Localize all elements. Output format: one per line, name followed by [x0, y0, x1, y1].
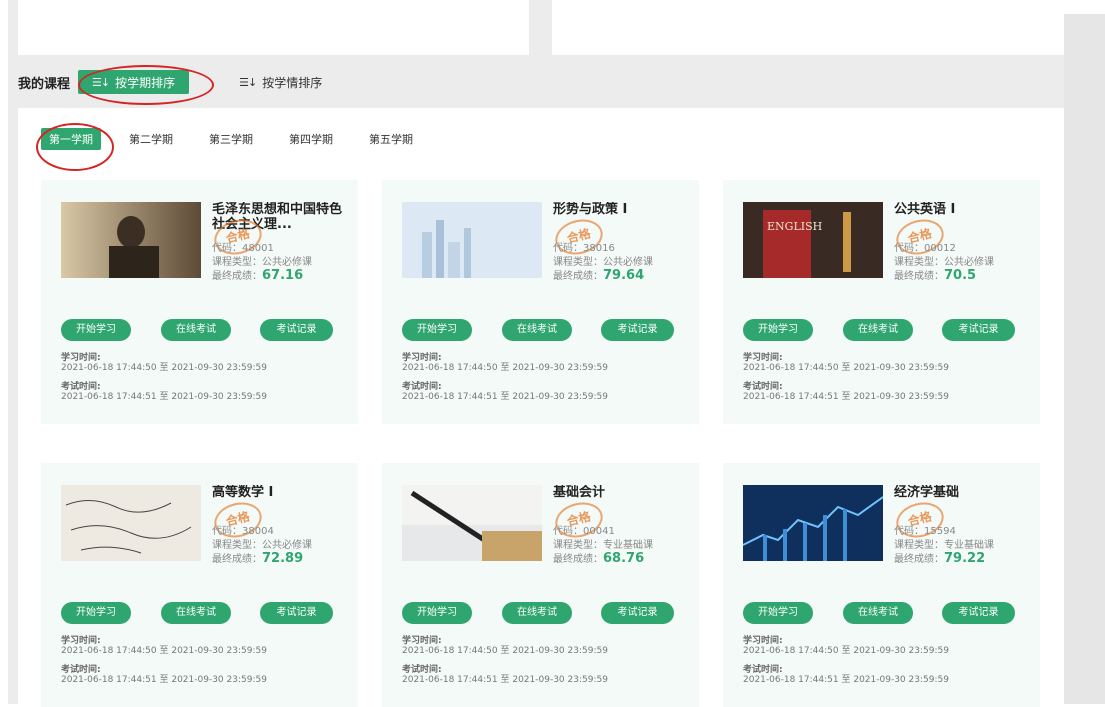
highlight-annotation	[36, 123, 114, 171]
course-type: 课程类型：公共必修课	[553, 257, 653, 268]
course-type: 课程类型：专业基础课	[894, 540, 994, 551]
study-time: 学习时间: 2021-06-18 17:44:50 至 2021-09-30 23…	[61, 353, 267, 373]
study-time: 学习时间: 2021-06-18 17:44:50 至 2021-09-30 23…	[743, 353, 949, 373]
course-score: 最终成绩：72.89	[212, 551, 304, 566]
top-panel-right	[552, 0, 1064, 55]
course-card: 毛泽东思想和中国特色社会主义理... 合格 代码：48001 课程类型：公共必修…	[41, 180, 358, 424]
course-code: 代码：15594	[894, 526, 956, 537]
exam-time: 考试时间: 2021-06-18 17:44:51 至 2021-09-30 23…	[61, 382, 267, 402]
course-type: 课程类型：公共必修课	[212, 540, 312, 551]
thumb-text: ENGLISH	[767, 220, 822, 233]
highlight-annotation	[78, 65, 214, 105]
course-thumbnail	[61, 202, 201, 278]
course-type: 课程类型：专业基础课	[553, 540, 653, 551]
course-code: 代码：00012	[894, 243, 956, 254]
card-actions: 开始学习 在线考试 考试记录	[743, 319, 1015, 341]
online-exam-button[interactable]: 在线考试	[161, 602, 231, 624]
course-score: 最终成绩：70.5	[894, 268, 977, 283]
course-code: 代码：38004	[212, 526, 274, 537]
exam-time: 考试时间: 2021-06-18 17:44:51 至 2021-09-30 23…	[743, 665, 949, 685]
card-actions: 开始学习 在线考试 考试记录	[743, 602, 1015, 624]
course-card: 经济学基础 合格 代码：15594 课程类型：专业基础课 最终成绩：79.22 …	[723, 463, 1040, 707]
online-exam-button[interactable]: 在线考试	[843, 602, 913, 624]
tab-semester-5[interactable]: 第五学期	[361, 128, 421, 150]
card-actions: 开始学习 在线考试 考试记录	[61, 319, 333, 341]
course-thumbnail	[402, 485, 542, 561]
card-actions: 开始学习 在线考试 考试记录	[402, 602, 674, 624]
tab-semester-4[interactable]: 第四学期	[281, 128, 341, 150]
right-gutter	[1064, 14, 1105, 704]
exam-record-button[interactable]: 考试记录	[601, 602, 674, 624]
start-study-button[interactable]: 开始学习	[402, 319, 472, 341]
online-exam-button[interactable]: 在线考试	[502, 602, 572, 624]
course-thumbnail: ENGLISH	[743, 202, 883, 278]
exam-record-button[interactable]: 考试记录	[601, 319, 674, 341]
start-study-button[interactable]: 开始学习	[743, 319, 813, 341]
course-card: 形势与政策 I 合格 代码：38016 课程类型：公共必修课 最终成绩：79.6…	[382, 180, 699, 424]
course-type: 课程类型：公共必修课	[894, 257, 994, 268]
top-panel-left	[18, 0, 529, 55]
course-title: 形势与政策 I	[553, 202, 628, 217]
course-code: 代码：38016	[553, 243, 615, 254]
course-thumbnail	[61, 485, 201, 561]
tab-semester-2[interactable]: 第二学期	[121, 128, 181, 150]
course-card: 基础会计 合格 代码：00041 课程类型：专业基础课 最终成绩：68.76 开…	[382, 463, 699, 707]
course-title: 高等数学 I	[212, 485, 274, 500]
sort-by-status-label: 按学情排序	[262, 75, 323, 90]
course-score: 最终成绩：68.76	[553, 551, 645, 566]
exam-record-button[interactable]: 考试记录	[260, 319, 333, 341]
start-study-button[interactable]: 开始学习	[402, 602, 472, 624]
course-type: 课程类型：公共必修课	[212, 257, 312, 268]
online-exam-button[interactable]: 在线考试	[843, 319, 913, 341]
exam-record-button[interactable]: 考试记录	[942, 319, 1015, 341]
course-title: 基础会计	[553, 485, 606, 500]
course-score: 最终成绩：79.64	[553, 268, 645, 283]
start-study-button[interactable]: 开始学习	[743, 602, 813, 624]
start-study-button[interactable]: 开始学习	[61, 319, 131, 341]
sort-icon: ☰↓	[239, 75, 257, 89]
tab-semester-3[interactable]: 第三学期	[201, 128, 261, 150]
study-time: 学习时间: 2021-06-18 17:44:50 至 2021-09-30 23…	[61, 636, 267, 656]
exam-record-button[interactable]: 考试记录	[942, 602, 1015, 624]
course-score: 最终成绩：67.16	[212, 268, 304, 283]
course-thumbnail	[743, 485, 883, 561]
exam-time: 考试时间: 2021-06-18 17:44:51 至 2021-09-30 23…	[402, 665, 608, 685]
course-code: 代码：00041	[553, 526, 615, 537]
course-title: 公共英语 I	[894, 202, 956, 217]
course-card: 高等数学 I 合格 代码：38004 课程类型：公共必修课 最终成绩：72.89…	[41, 463, 358, 707]
card-actions: 开始学习 在线考试 考试记录	[402, 319, 674, 341]
course-thumbnail	[402, 202, 542, 278]
start-study-button[interactable]: 开始学习	[61, 602, 131, 624]
online-exam-button[interactable]: 在线考试	[161, 319, 231, 341]
my-courses-title: 我的课程	[18, 76, 71, 92]
exam-time: 考试时间: 2021-06-18 17:44:51 至 2021-09-30 23…	[402, 382, 608, 402]
study-time: 学习时间: 2021-06-18 17:44:50 至 2021-09-30 23…	[402, 353, 608, 373]
study-time: 学习时间: 2021-06-18 17:44:50 至 2021-09-30 23…	[743, 636, 949, 656]
sort-by-status-button[interactable]: ☰↓ 按学情排序	[225, 70, 336, 94]
exam-record-button[interactable]: 考试记录	[260, 602, 333, 624]
course-card: ENGLISH 公共英语 I 合格 代码：00012 课程类型：公共必修课 最终…	[723, 180, 1040, 424]
online-exam-button[interactable]: 在线考试	[502, 319, 572, 341]
card-actions: 开始学习 在线考试 考试记录	[61, 602, 333, 624]
study-time: 学习时间: 2021-06-18 17:44:50 至 2021-09-30 23…	[402, 636, 608, 656]
course-score: 最终成绩：79.22	[894, 551, 986, 566]
course-title: 经济学基础	[894, 485, 960, 500]
course-code: 代码：48001	[212, 243, 274, 254]
exam-time: 考试时间: 2021-06-18 17:44:51 至 2021-09-30 23…	[743, 382, 949, 402]
exam-time: 考试时间: 2021-06-18 17:44:51 至 2021-09-30 23…	[61, 665, 267, 685]
